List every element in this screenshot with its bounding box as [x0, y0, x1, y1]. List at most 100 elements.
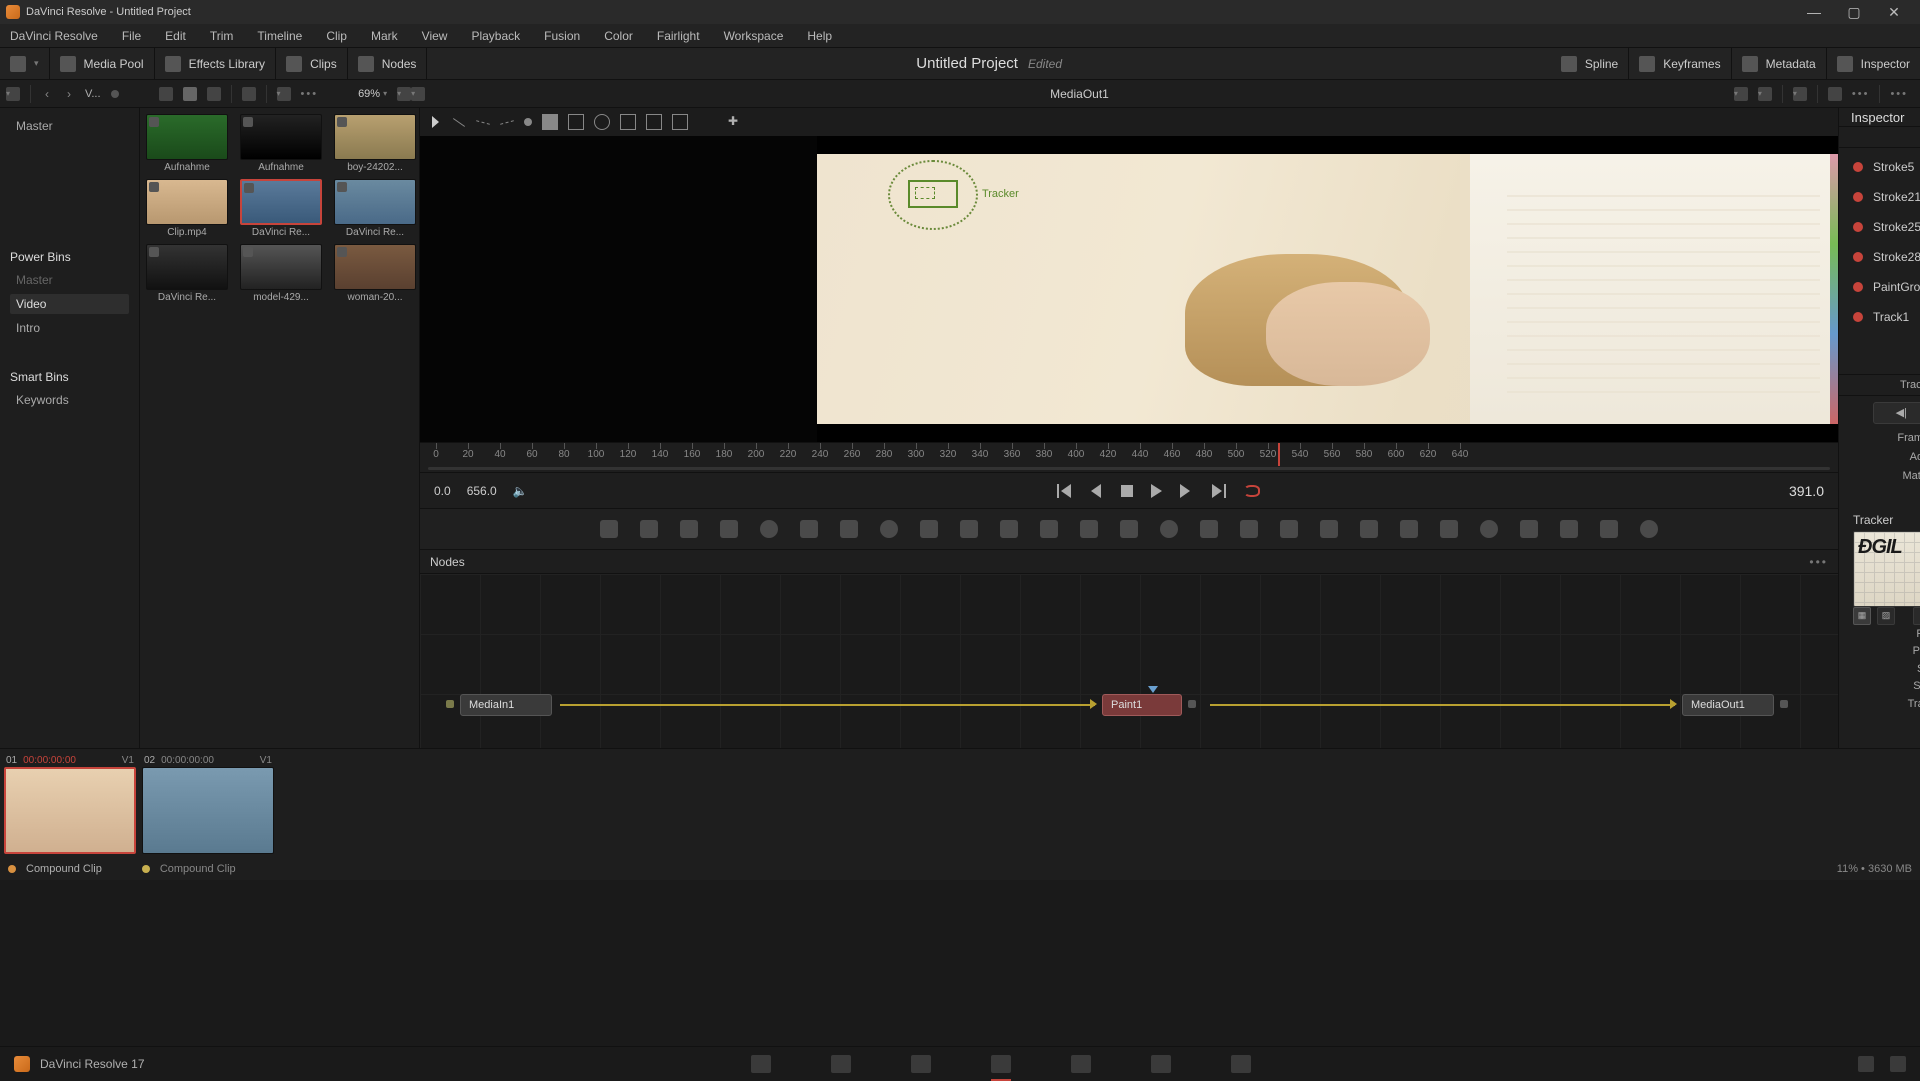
tool-merge-icon[interactable]	[920, 520, 938, 538]
tool-bspline-icon[interactable]	[1240, 520, 1258, 538]
maximize-button[interactable]: ▢	[1834, 1, 1874, 23]
tool-polygon-icon[interactable]	[1200, 520, 1218, 538]
rect-tool-icon[interactable]	[500, 120, 514, 125]
audio-icon[interactable]: 🔈	[513, 484, 528, 498]
viewer-more-icon[interactable]: •••	[1852, 88, 1870, 100]
viewer-zoom[interactable]: 69%	[358, 88, 387, 100]
tool-planar-icon[interactable]	[1400, 520, 1418, 538]
loop-button[interactable]	[1244, 485, 1260, 497]
metadata-toggle[interactable]: Metadata	[1732, 48, 1827, 79]
menu-clip[interactable]: Clip	[322, 27, 351, 45]
menu-fusion[interactable]: Fusion	[540, 27, 584, 45]
tool-transform-icon[interactable]	[1080, 520, 1098, 538]
go-first-button[interactable]	[1057, 484, 1071, 498]
smart-bin-keywords[interactable]: Keywords	[10, 390, 129, 410]
mask-wand-icon[interactable]	[646, 114, 662, 130]
tool-channelbool-icon[interactable]	[960, 520, 978, 538]
page-edit-icon[interactable]	[911, 1055, 931, 1073]
menu-view[interactable]: View	[418, 27, 452, 45]
effects-library-toggle[interactable]: Effects Library	[155, 48, 276, 79]
tool-text3d-icon[interactable]	[1440, 520, 1458, 538]
clip-item[interactable]: Aufnahme	[146, 114, 228, 173]
menu-playback[interactable]: Playback	[467, 27, 524, 45]
step-fwd-button[interactable]	[1180, 484, 1194, 498]
node-mediain[interactable]: MediaIn1	[460, 694, 552, 716]
nodes-canvas[interactable]: MediaIn1 Paint1 MediaOut1	[420, 574, 1838, 748]
menu-fairlight[interactable]: Fairlight	[653, 27, 704, 45]
bin-master[interactable]: Master	[10, 116, 129, 136]
clip-item[interactable]: Clip.mp4	[146, 179, 228, 238]
mask-bspline-icon[interactable]	[672, 114, 688, 130]
menu-davinci[interactable]: DaVinci Resolve	[6, 27, 102, 45]
track-reverse-from-end[interactable]: ◀|	[1873, 402, 1920, 424]
menu-help[interactable]: Help	[803, 27, 836, 45]
clip-item[interactable]: DaVinci Re...	[334, 179, 416, 238]
nav-fwd[interactable]: ›	[63, 87, 75, 101]
mask-poly-icon[interactable]	[620, 114, 636, 130]
tool-render3d-icon[interactable]	[1640, 520, 1658, 538]
enable-dot-icon[interactable]	[1853, 252, 1863, 262]
nodes-toggle[interactable]: Nodes	[348, 48, 428, 79]
go-last-button[interactable]	[1212, 484, 1226, 498]
tool-background-icon[interactable]	[600, 520, 618, 538]
strip-clip[interactable]: 0200:00:00:00V1	[142, 753, 274, 854]
tool-text-icon[interactable]	[680, 520, 698, 538]
node-paint[interactable]: Paint1	[1102, 694, 1182, 716]
page-color-icon[interactable]	[1071, 1055, 1091, 1073]
clip-item[interactable]: model-429...	[240, 244, 322, 303]
page-media-icon[interactable]	[751, 1055, 771, 1073]
clip-item[interactable]: DaVinci Re...	[240, 179, 322, 238]
layout-dropdown[interactable]: ▾	[0, 48, 50, 79]
viewer-channels-icon[interactable]	[1793, 87, 1807, 101]
tool-matte-icon[interactable]	[1000, 520, 1018, 538]
page-deliver-icon[interactable]	[1231, 1055, 1251, 1073]
pattern-patch[interactable]: ƉGIL	[1853, 531, 1920, 607]
enable-dot-icon[interactable]	[1853, 312, 1863, 322]
mask-rect-icon[interactable]	[568, 114, 584, 130]
play-button[interactable]	[1151, 484, 1162, 498]
page-fusion-icon[interactable]	[991, 1055, 1011, 1073]
keyframes-toggle[interactable]: Keyframes	[1629, 48, 1731, 79]
spline-tool-icon[interactable]	[476, 120, 490, 125]
tool-tracker-icon[interactable]	[760, 520, 778, 538]
view-list-icon[interactable]	[207, 87, 221, 101]
minimize-button[interactable]: —	[1794, 1, 1834, 23]
tracker-overlay[interactable]: Tracker	[888, 160, 978, 230]
enable-dot-icon[interactable]	[1853, 222, 1863, 232]
menu-color[interactable]: Color	[600, 27, 637, 45]
line-tool-icon[interactable]	[453, 118, 465, 127]
tool-colorcorr-icon[interactable]	[800, 520, 818, 538]
enable-dot-icon[interactable]	[1853, 282, 1863, 292]
menu-workspace[interactable]: Workspace	[720, 27, 788, 45]
menu-timeline[interactable]: Timeline	[253, 27, 306, 45]
clip-item[interactable]: DaVinci Re...	[146, 244, 228, 303]
inspector-toggle[interactable]: Inspector	[1827, 48, 1920, 79]
chip-show2-icon[interactable]: ▨	[1877, 607, 1895, 625]
strip-clip[interactable]: 0100:00:00:00V1	[4, 753, 136, 854]
inspector-more-icon[interactable]: •••	[1890, 88, 1908, 100]
viewer-color-icon[interactable]	[1758, 87, 1772, 101]
nav-back[interactable]: ‹	[41, 87, 53, 101]
modifier-row[interactable]: Stroke28	[1839, 242, 1920, 272]
strip-thumb[interactable]	[142, 767, 274, 854]
search-icon[interactable]	[242, 87, 256, 101]
tab-tools[interactable]: Tools	[1839, 127, 1920, 147]
modifier-row[interactable]: Stroke21	[1839, 182, 1920, 212]
power-bin-video[interactable]: Video	[10, 294, 129, 314]
spline-toggle[interactable]: Spline	[1551, 48, 1629, 79]
tool-resize-icon[interactable]	[1040, 520, 1058, 538]
view-grid-icon[interactable]	[183, 87, 197, 101]
clip-item[interactable]: woman-20...	[334, 244, 416, 303]
tool-paint-icon[interactable]	[720, 520, 738, 538]
menu-edit[interactable]: Edit	[161, 27, 190, 45]
chip-show1-icon[interactable]: ▦	[1853, 607, 1871, 625]
clip-item[interactable]: boy-24202...	[334, 114, 416, 173]
page-fairlight-icon[interactable]	[1151, 1055, 1171, 1073]
tool-shape3d-icon[interactable]	[1480, 520, 1498, 538]
close-button[interactable]: ✕	[1874, 1, 1914, 23]
strip-thumb[interactable]	[4, 767, 136, 854]
modifier-row[interactable]: Stroke5	[1839, 152, 1920, 182]
power-bin-master[interactable]: Master	[10, 270, 129, 290]
clip-item[interactable]: Aufnahme	[240, 114, 322, 173]
box-tool-icon[interactable]	[542, 114, 558, 130]
